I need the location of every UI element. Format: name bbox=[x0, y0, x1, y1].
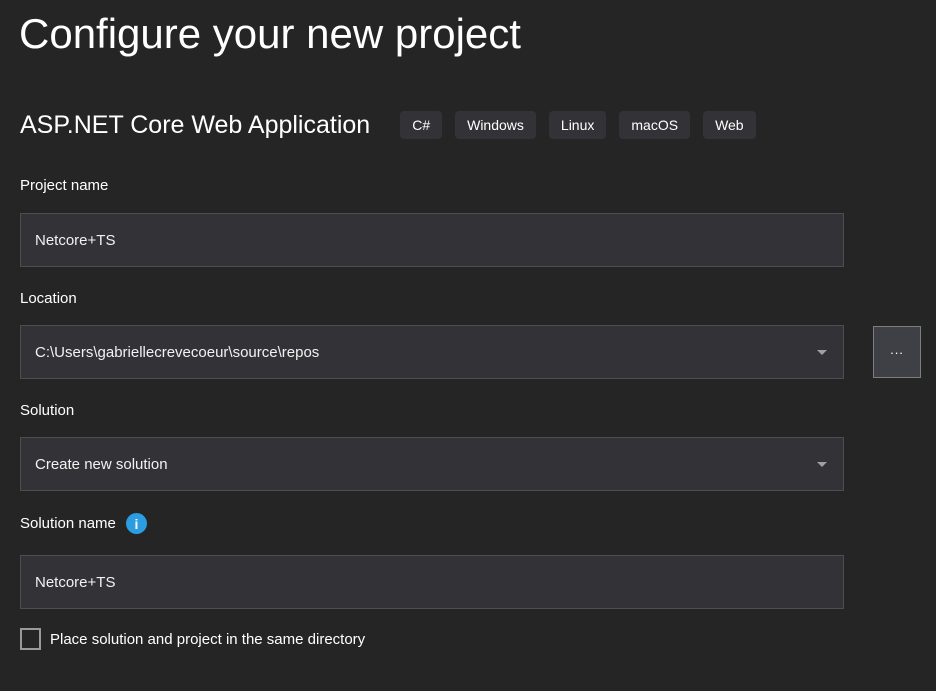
solution-name-label-row: Solution name i bbox=[20, 513, 147, 534]
location-combobox[interactable]: C:\Users\gabriellecrevecoeur\source\repo… bbox=[20, 325, 844, 379]
location-label: Location bbox=[20, 290, 77, 307]
project-name-label: Project name bbox=[20, 177, 108, 194]
template-info-row: ASP.NET Core Web Application C# Windows … bbox=[20, 108, 769, 142]
project-name-input[interactable] bbox=[20, 213, 844, 267]
tag-web: Web bbox=[703, 111, 756, 139]
template-name: ASP.NET Core Web Application bbox=[20, 111, 370, 140]
page-title: Configure your new project bbox=[19, 10, 521, 58]
same-directory-checkbox[interactable] bbox=[20, 628, 41, 650]
configure-project-page: { "page": { "title": "Configure your new… bbox=[0, 0, 936, 691]
solution-label: Solution bbox=[20, 402, 74, 419]
solution-name-input[interactable] bbox=[20, 555, 844, 609]
tag-csharp: C# bbox=[400, 111, 442, 139]
solution-value: Create new solution bbox=[35, 456, 817, 473]
info-icon[interactable]: i bbox=[126, 513, 147, 534]
same-directory-label[interactable]: Place solution and project in the same d… bbox=[50, 631, 365, 648]
tag-windows: Windows bbox=[455, 111, 536, 139]
solution-name-label: Solution name bbox=[20, 515, 116, 532]
browse-button[interactable]: ... bbox=[873, 326, 921, 378]
solution-combobox[interactable]: Create new solution bbox=[20, 437, 844, 491]
chevron-down-icon bbox=[817, 350, 827, 355]
same-directory-option-row: Place solution and project in the same d… bbox=[20, 628, 365, 650]
tag-linux: Linux bbox=[549, 111, 606, 139]
chevron-down-icon bbox=[817, 462, 827, 467]
tag-macos: macOS bbox=[619, 111, 690, 139]
location-value: C:\Users\gabriellecrevecoeur\source\repo… bbox=[35, 344, 817, 361]
